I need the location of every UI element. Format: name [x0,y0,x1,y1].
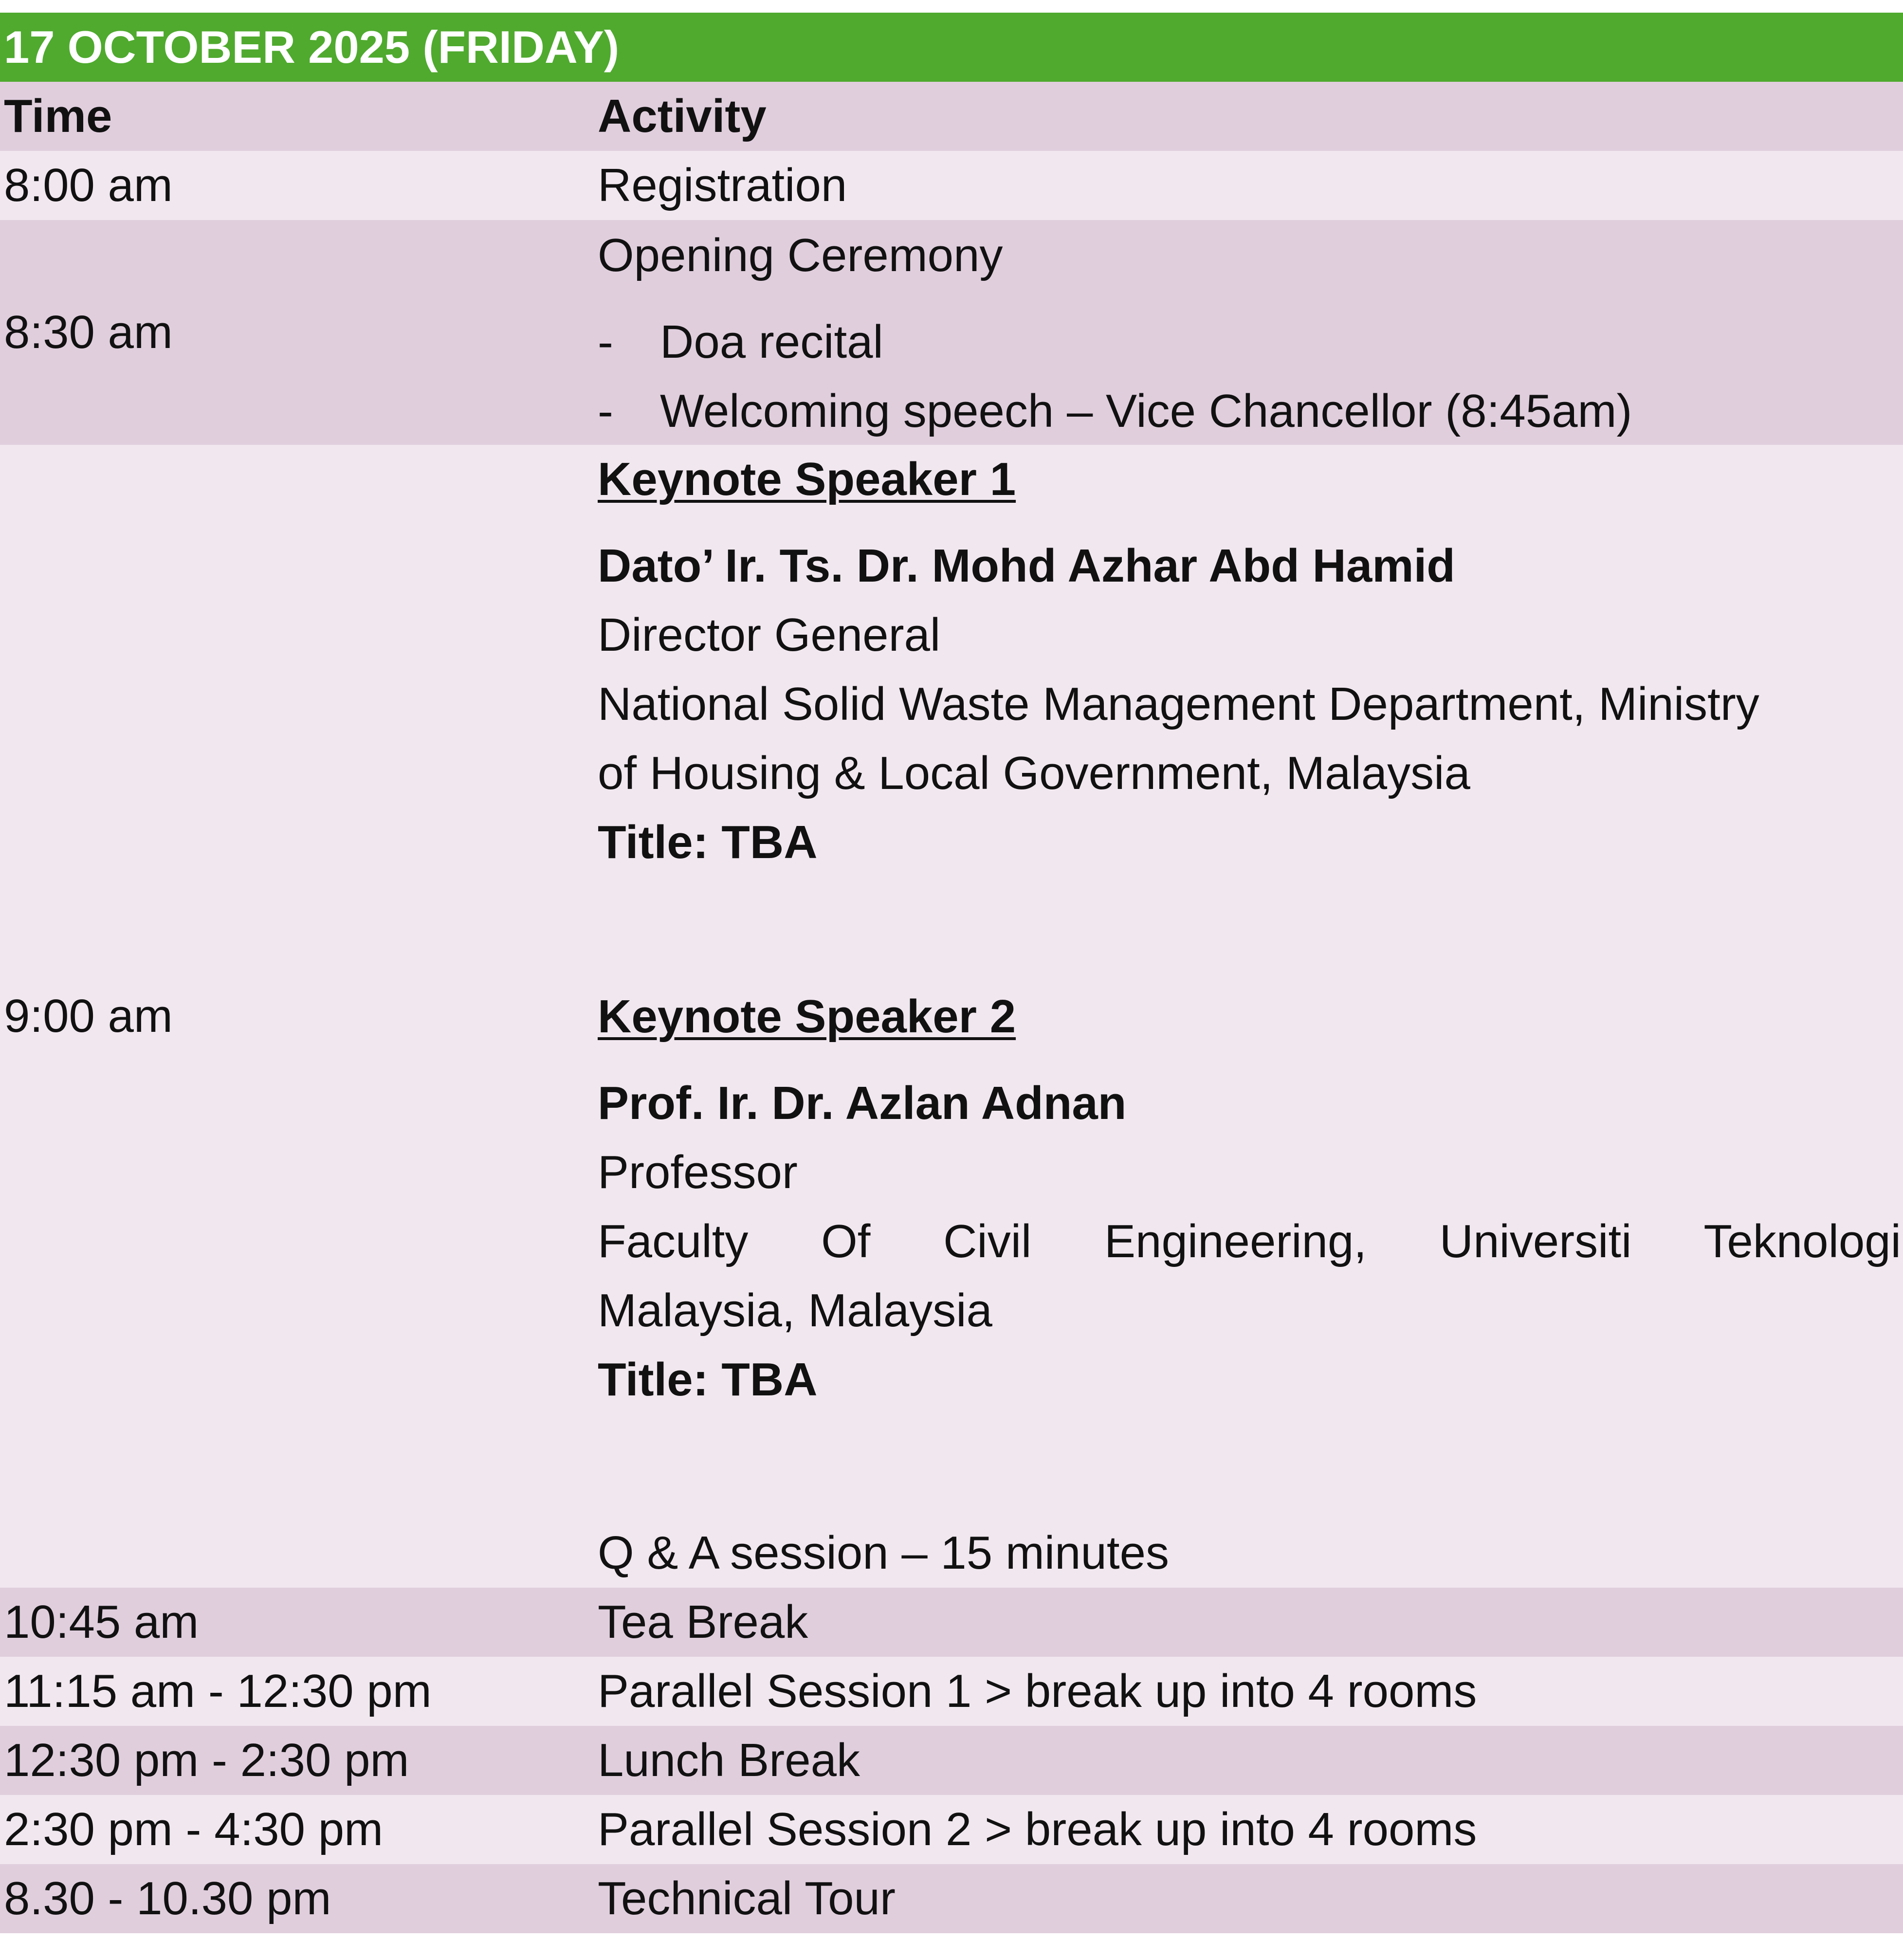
activity-cell: Technical Tour [598,1872,896,1924]
column-header-row: Time Activity [0,82,1903,151]
opening-ceremony-title: Opening Ceremony [598,229,1003,281]
schedule-table: 17 OCTOBER 2025 (FRIDAY) Time Activity 8… [0,13,1903,1933]
dash-bullet: - [598,316,613,368]
talk-title: Title: TBA [598,1354,818,1406]
speaker-name: Dato’ Ir. Ts. Dr. Mohd Azhar Abd Hamid [598,540,1455,592]
keynote-speaker-1-heading: Keynote Speaker 1 [598,453,1016,505]
activity-column-header: Activity [598,90,767,142]
qa-session: Q & A session – 15 minutes [598,1527,1169,1579]
activity-cell: Parallel Session 1 > break up into 4 roo… [598,1665,1477,1717]
time-cell: 12:30 pm - 2:30 pm [4,1734,409,1786]
time-cell: 8.30 - 10.30 pm [4,1872,331,1924]
dash-bullet: - [598,385,613,437]
time-cell: 2:30 pm - 4:30 pm [4,1803,384,1855]
table-row-registration: 8:00 am Registration [0,151,1903,220]
bullet-text: Welcoming speech – Vice Chancellor (8:45… [660,385,1632,437]
list-item: - Doa recital [598,308,1901,377]
time-cell: 9:00 am [4,990,173,1042]
time-cell: 11:15 am - 12:30 pm [4,1665,432,1717]
speaker-affiliation: of Housing & Local Government, Malaysia [598,747,1470,799]
talk-title: Title: TBA [598,816,818,868]
activity-cell: Lunch Break [598,1734,860,1786]
speaker-affiliation: Faculty Of Civil Engineering, Universiti… [598,1215,1901,1267]
time-cell: 8:00 am [4,159,173,211]
speaker-name: Prof. Ir. Dr. Azlan Adnan [598,1077,1127,1129]
table-row-opening-ceremony: 8:30 am Opening Ceremony - Doa recital -… [0,220,1903,445]
table-row-keynote: 9:00 am Keynote Speaker 1 Dato’ Ir. Ts. … [0,445,1903,1588]
activity-cell: Registration [598,159,847,211]
time-cell: 10:45 am [4,1596,199,1648]
table-row-tea-break: 10:45 am Tea Break [0,1588,1903,1657]
activity-cell: Tea Break [598,1596,808,1648]
list-item: - Welcoming speech – Vice Chancellor (8:… [598,377,1901,446]
speaker-affiliation: National Solid Waste Management Departme… [598,678,1759,730]
table-row-parallel-session-2: 2:30 pm - 4:30 pm Parallel Session 2 > b… [0,1795,1903,1864]
table-row-technical-tour: 8.30 - 10.30 pm Technical Tour [0,1864,1903,1933]
keynote-speaker-2-heading: Keynote Speaker 2 [598,990,1016,1043]
speaker-position: Professor [598,1146,798,1198]
date-header: 17 OCTOBER 2025 (FRIDAY) [0,13,1903,82]
time-cell: 8:30 am [4,306,173,358]
bullet-text: Doa recital [660,316,883,368]
speaker-affiliation: Malaysia, Malaysia [598,1284,992,1337]
time-column-header: Time [4,90,112,142]
activity-cell: Opening Ceremony - Doa recital - Welcomi… [598,220,1903,445]
activity-cell: Keynote Speaker 1 Dato’ Ir. Ts. Dr. Mohd… [598,445,1903,1588]
table-row-lunch-break: 12:30 pm - 2:30 pm Lunch Break [0,1726,1903,1795]
table-row-parallel-session-1: 11:15 am - 12:30 pm Parallel Session 1 >… [0,1657,1903,1726]
activity-cell: Parallel Session 2 > break up into 4 roo… [598,1803,1477,1855]
speaker-position: Director General [598,609,941,661]
